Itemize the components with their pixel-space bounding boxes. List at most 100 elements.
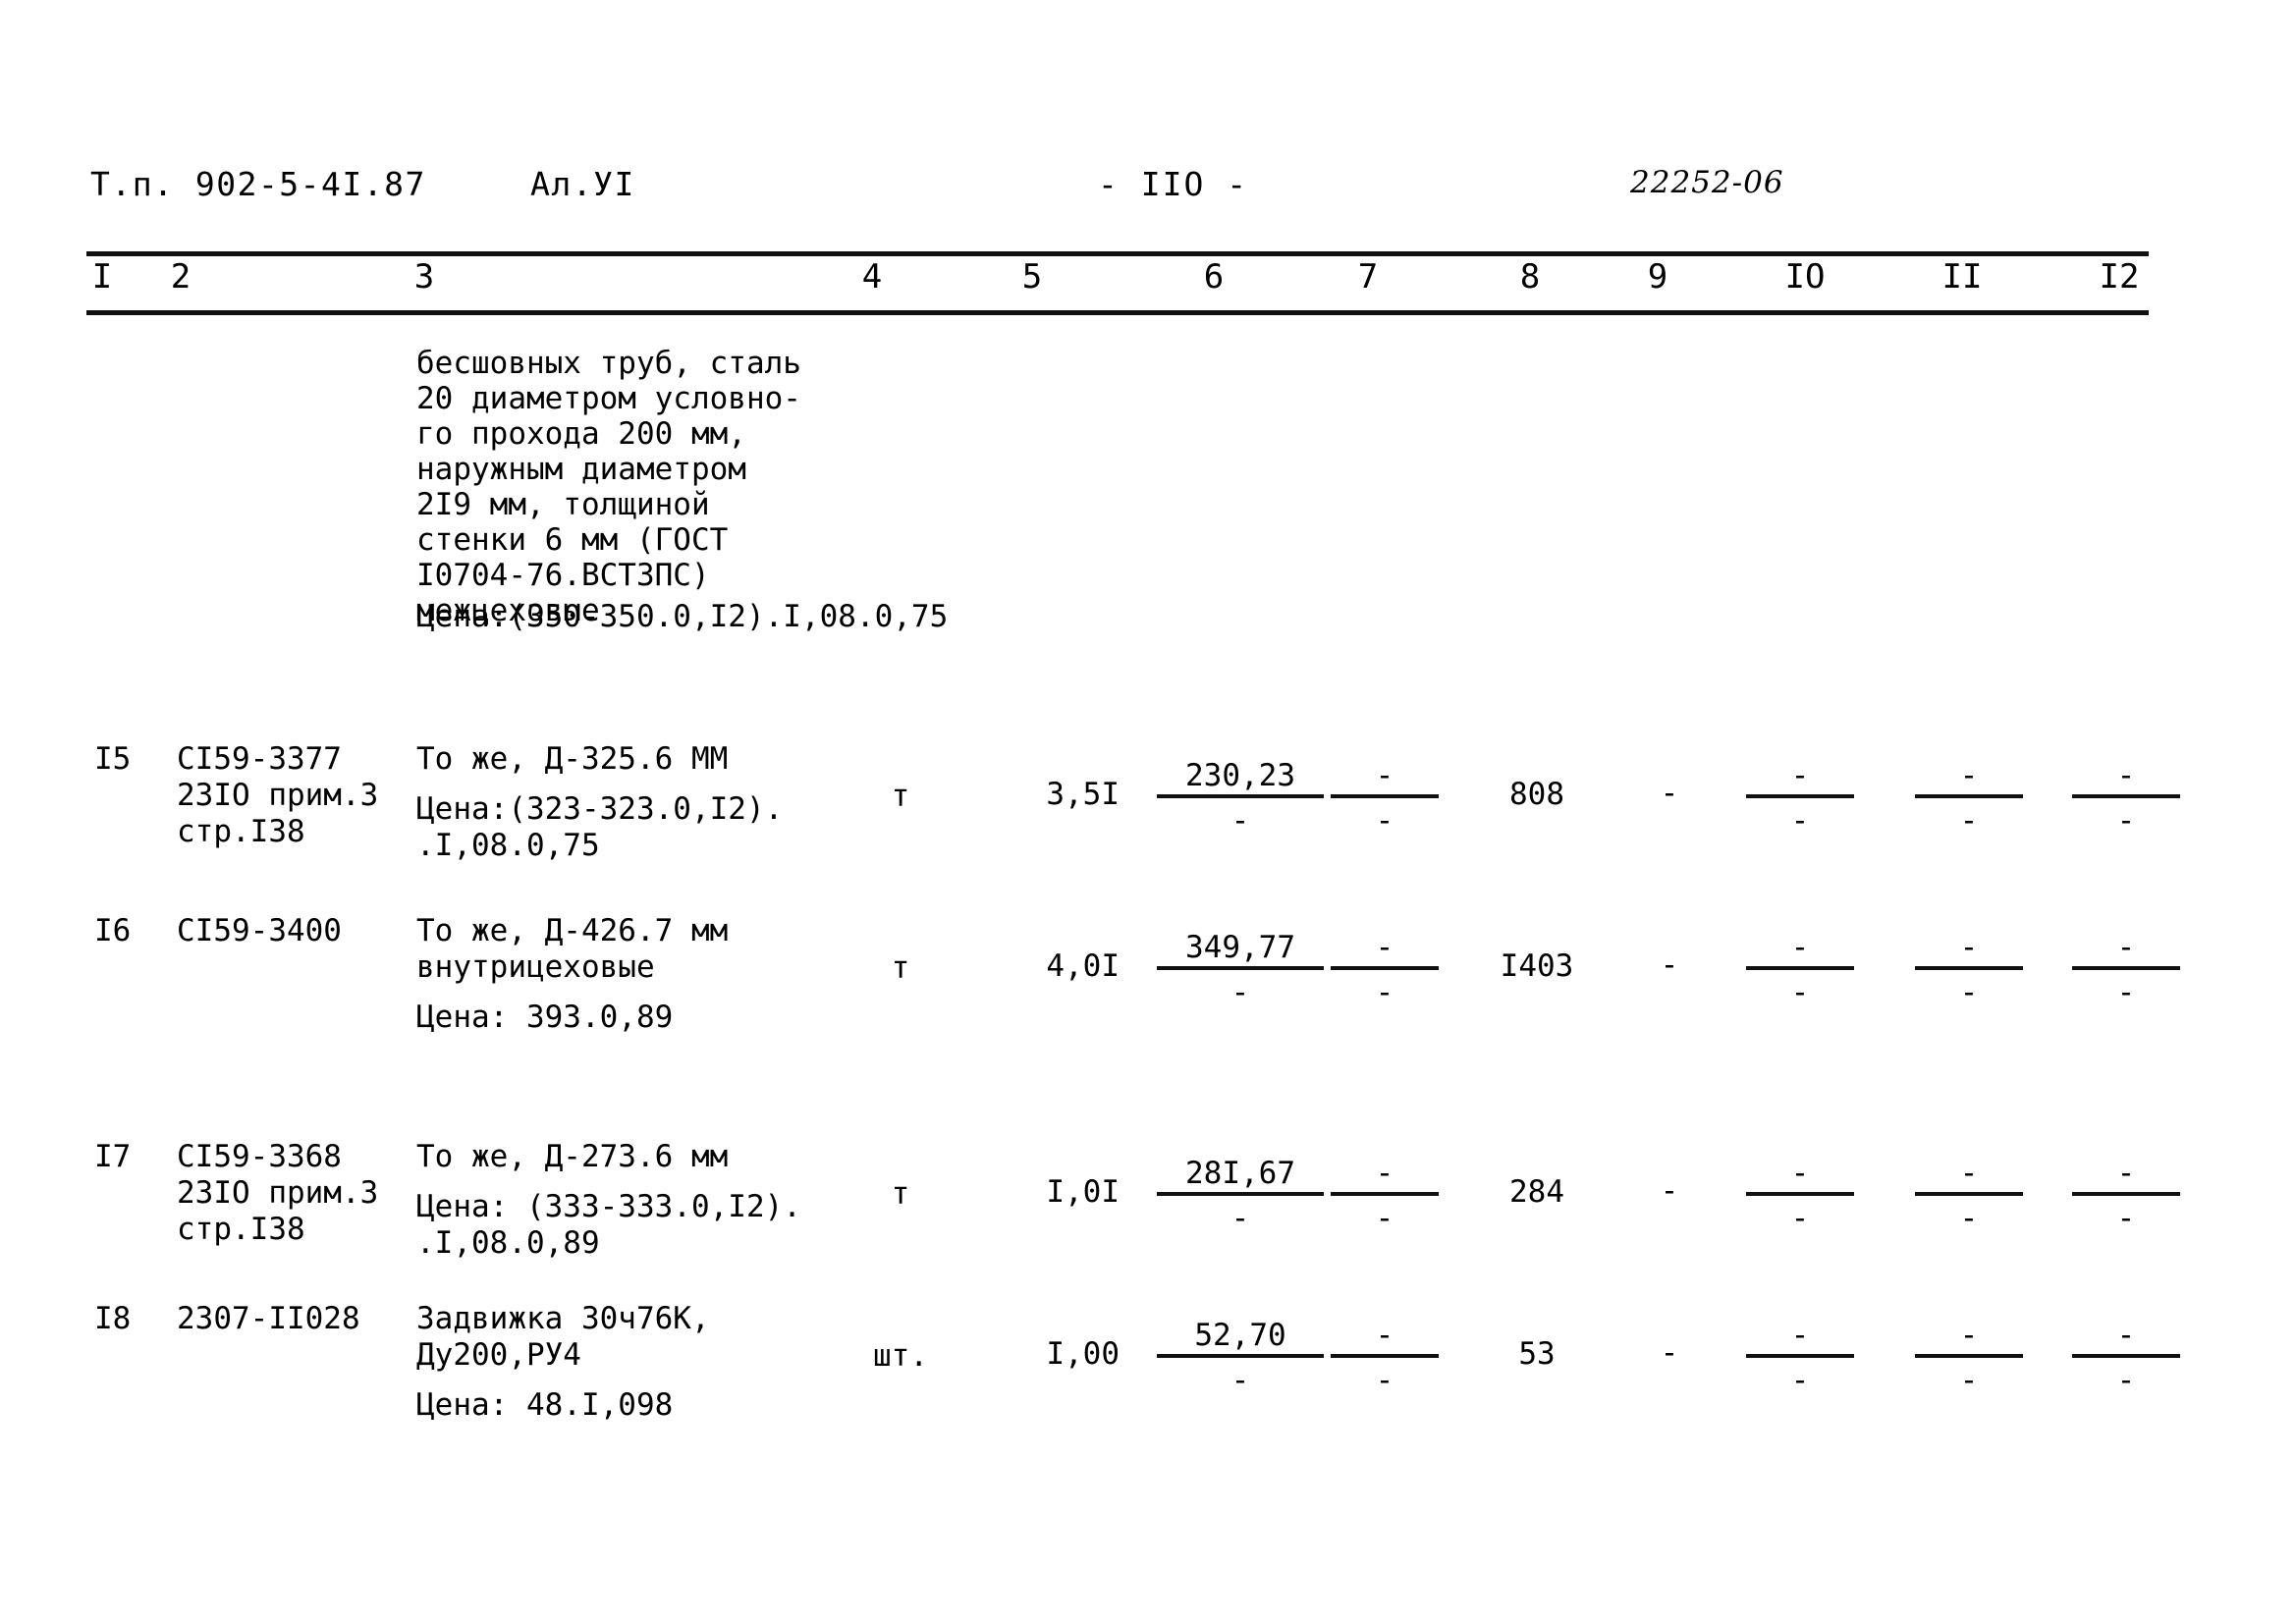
column-number-8: 8 [1519,257,1541,297]
row-col7-numerator: - [1331,1319,1439,1358]
row-col6-denominator: - [1230,975,1250,1010]
column-number-4: 4 [861,257,883,297]
row-col10-denominator: - [1790,975,1810,1010]
row-number: I6 [94,913,132,948]
table-row: I5 CI59-3377 23IO прим.3 стр.I38 То же, Д-… [0,741,2296,938]
row-col12-denominator: - [2116,975,2136,1010]
row-col7-numerator: - [1331,931,1439,970]
row-col9: - [1660,947,1679,983]
row-col11-denominator: - [1959,975,1979,1010]
row-description: Задвижка 30ч76К, Ду200,РУ4 Цена: 48.I,098 [416,1301,848,1424]
continued-description: бесшовных труб, сталь 20 диаметром услов… [416,346,801,628]
column-number-1: I [91,257,113,297]
row-quantity: I,0I [1046,1174,1120,1210]
row-col10: -- [1746,759,1854,838]
project-code: Т.п. 902-5-4I.87 [90,165,426,203]
row-col6-numerator: 349,77 [1157,931,1324,970]
page-number: - IIO - [1098,165,1249,203]
row-number: I5 [94,741,132,777]
row-col12-numerator: - [2072,1319,2180,1358]
column-number-5: 5 [1021,257,1043,297]
row-col11: -- [1915,759,2023,838]
row-col11-numerator: - [1915,759,2023,798]
column-number-11: II [1941,257,1983,297]
row-code: CI59-3400 [177,913,342,948]
row-col11: -- [1915,931,2023,1009]
row-code: CI59-3377 23IO прим.3 стр.I38 [177,741,379,849]
row-unit: т [891,1176,910,1212]
row-col8: I403 [1500,948,1574,984]
row-description-text: То же, Д-426.7 мм внутрицеховые [416,913,729,985]
row-col12-numerator: - [2072,759,2180,798]
row-unit: т [891,779,910,814]
row-price: Цена: 393.0,89 [416,1000,674,1035]
row-col11-numerator: - [1915,931,2023,970]
row-col6-numerator: 230,23 [1157,759,1324,798]
row-col12: -- [2072,759,2180,838]
row-col6: 349,77 - [1157,931,1324,1009]
row-col11-numerator: - [1915,1157,2023,1196]
row-description-text: То же, Д-325.6 ММ [416,741,729,777]
row-description-text: Задвижка 30ч76К, Ду200,РУ4 [416,1301,710,1373]
row-code: 2307-II028 [177,1301,360,1336]
row-col7-denominator: - [1375,1201,1394,1236]
row-col12: -- [2072,1319,2180,1397]
row-description-text: То же, Д-273.6 мм [416,1139,729,1174]
row-col7-numerator: - [1331,759,1439,798]
row-col6-denominator: - [1230,1363,1250,1398]
row-col12: -- [2072,1157,2180,1235]
row-col10-numerator: - [1746,1319,1854,1358]
row-col10-numerator: - [1746,931,1854,970]
column-number-3: 3 [413,257,435,297]
row-col10: -- [1746,1319,1854,1397]
document-page: Т.п. 902-5-4I.87 Ал.УI - IIO - 22252-06 … [0,0,2296,1623]
row-col7: -- [1331,931,1439,1009]
row-col6-numerator: 28I,67 [1157,1157,1324,1196]
column-number-2: 2 [170,257,191,297]
row-description: То же, Д-325.6 ММ Цена:(323-323.0,I2). .I… [416,741,848,864]
row-description: То же, Д-273.6 мм Цена: (333-333.0,I2). .… [416,1139,848,1262]
row-col10: -- [1746,1157,1854,1235]
column-number-7: 7 [1357,257,1379,297]
row-col9: - [1660,1173,1679,1209]
row-col7: -- [1331,1157,1439,1235]
row-col11: -- [1915,1319,2023,1397]
row-col11-denominator: - [1959,803,1979,839]
row-col10-numerator: - [1746,1157,1854,1196]
row-code: CI59-3368 23IO прим.3 стр.I38 [177,1139,379,1247]
table-row: I6 CI59-3400 То же, Д-426.7 мм внутрицехов… [0,913,2296,1109]
row-quantity: I,00 [1046,1336,1120,1372]
row-col12-denominator: - [2116,1363,2136,1398]
column-number-10: IO [1784,257,1826,297]
row-description: То же, Д-426.7 мм внутрицеховые Цена: 393… [416,913,848,1036]
row-number: I7 [94,1139,132,1174]
column-number-9: 9 [1647,257,1668,297]
row-col10-denominator: - [1790,1201,1810,1236]
row-col12-denominator: - [2116,803,2136,839]
row-col12-numerator: - [2072,1157,2180,1196]
row-col11: -- [1915,1157,2023,1235]
row-col11-denominator: - [1959,1363,1979,1398]
row-col6: 230,23 - [1157,759,1324,838]
row-number: I8 [94,1301,132,1336]
row-price: Цена:(323-323.0,I2). .I,08.0,75 [416,791,784,863]
row-quantity: 4,0I [1046,948,1120,984]
album-label: Ал.УI [530,165,635,203]
row-price: Цена: (333-333.0,I2). .I,08.0,89 [416,1189,801,1261]
row-col7-denominator: - [1375,975,1394,1010]
table-top-rule [86,251,2149,256]
column-number-12: I2 [2099,257,2140,297]
column-number-6: 6 [1203,257,1225,297]
document-code: 22252-06 [1630,165,1784,200]
row-col8: 808 [1509,777,1564,812]
row-col6-denominator: - [1230,803,1250,839]
row-col10: -- [1746,931,1854,1009]
row-col6: 52,70 - [1157,1319,1324,1397]
row-col8: 284 [1509,1174,1564,1210]
column-number-strip: I 2 3 4 5 6 7 8 9 IO II I2 [0,257,2296,308]
page-header: Т.п. 902-5-4I.87 Ал.УI - IIO - 22252-06 [0,165,2296,210]
row-col11-denominator: - [1959,1201,1979,1236]
row-col10-denominator: - [1790,803,1810,839]
row-price: Цена: 48.I,098 [416,1387,674,1423]
continued-description-price: Цена:(350-350.0,I2).I,08.0,75 [416,599,949,634]
